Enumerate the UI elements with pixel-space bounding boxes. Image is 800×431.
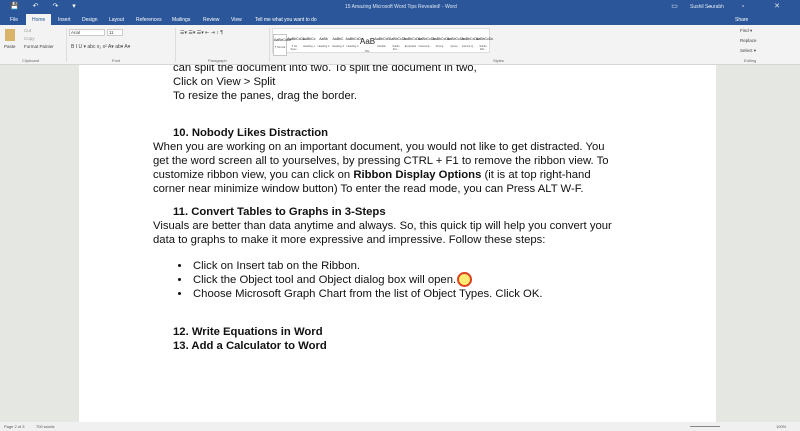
paragraph-buttons[interactable]: ☰▾ ☰▾ ☰▾ ⇤ ⇥ ↕ ¶ bbox=[180, 30, 223, 36]
tell-me-box[interactable]: Tell me what you want to do bbox=[255, 17, 317, 23]
doc-line: can split the document into two. To spli… bbox=[173, 65, 477, 74]
editing-label: Editing bbox=[744, 58, 757, 63]
paste-icon bbox=[5, 29, 15, 41]
paragraph-11: Visuals are better than data anytime and… bbox=[153, 220, 612, 246]
heading-10: 10. Nobody Likes Distraction bbox=[173, 127, 329, 139]
style-1[interactable]: AaBbCcDc ¶ No Spac... bbox=[288, 34, 305, 56]
tab-mailings[interactable]: Mailings bbox=[172, 17, 190, 23]
style-3[interactable]: AaBb Heading 2 bbox=[317, 34, 331, 56]
font-size-select[interactable]: 11 bbox=[107, 29, 123, 36]
doc-line: To resize the panes, drag the border. bbox=[173, 90, 358, 102]
styles-label: Styles bbox=[493, 58, 504, 63]
style-11[interactable]: AaBbCcDc Strong bbox=[433, 34, 450, 56]
font-label: Font bbox=[112, 58, 121, 63]
style-10[interactable]: AaBbCcDc Intense E... bbox=[418, 34, 435, 56]
style-9[interactable]: AaBbCcDc Emphasis bbox=[404, 34, 421, 56]
doc-line: Click on View > Split bbox=[173, 76, 276, 88]
page-count[interactable]: Page 2 of 3 bbox=[4, 424, 24, 429]
clipboard-label: Clipboard bbox=[22, 58, 40, 63]
heading-13: 13. Add a Calculator to Word bbox=[173, 340, 327, 352]
style-2[interactable]: AaBbCc Heading 1 bbox=[302, 34, 316, 56]
styles-gallery: AaBbCcDc ¶ Normal AaBbCcDc ¶ No Spac... AaBb… bbox=[272, 28, 493, 56]
style-5[interactable]: AaBbCcDc Heading 4 bbox=[346, 34, 363, 56]
paragraph-10: When you are working on an important doc… bbox=[153, 141, 609, 195]
tab-design[interactable]: Design bbox=[82, 17, 98, 23]
mouse-cursor-highlight bbox=[457, 272, 472, 287]
style-0[interactable]: AaBbCcDc ¶ Normal bbox=[273, 34, 291, 56]
tab-review[interactable]: Review bbox=[203, 17, 219, 23]
share-button[interactable]: Share bbox=[735, 17, 748, 23]
quick-access-toolbar[interactable]: 💾 ↶ ↷ ▾ bbox=[10, 2, 82, 10]
style-14[interactable]: AaBbCcDc Subtle Ref... bbox=[476, 34, 493, 56]
paragraph-label: Paragraph bbox=[208, 58, 227, 63]
find-button[interactable]: Find ▾ bbox=[740, 28, 752, 34]
style-12[interactable]: AaBbCcDc Quote bbox=[447, 34, 464, 56]
style-4[interactable]: AaBbC Heading 3 bbox=[331, 34, 345, 56]
tab-view[interactable]: View bbox=[231, 17, 242, 23]
copy-button[interactable]: Copy bbox=[24, 36, 35, 41]
tab-references[interactable]: References bbox=[136, 17, 162, 23]
tab-layout[interactable]: Layout bbox=[109, 17, 124, 23]
heading-12: 12. Write Equations in Word bbox=[173, 326, 323, 338]
status-bar: Page 2 of 3 700 words 100% bbox=[0, 422, 800, 431]
style-13[interactable]: AaBbCcDc Intense Q... bbox=[462, 34, 479, 56]
tab-file[interactable]: File bbox=[10, 17, 18, 23]
ribbon: Paste Cut Copy Format Painter Clipboard … bbox=[0, 25, 800, 65]
tab-insert[interactable]: Insert bbox=[58, 17, 71, 23]
select-button[interactable]: Select ▾ bbox=[740, 48, 756, 54]
heading-11: 11. Convert Tables to Graphs in 3-Steps bbox=[173, 206, 386, 218]
window-title: 15 Amazing Microsoft Word Tips Revealed!… bbox=[345, 4, 457, 10]
zoom-level[interactable]: 100% bbox=[776, 424, 786, 429]
font-format-buttons[interactable]: B I U ▾ abc x₂ x² A▾ ab▾ A▾ bbox=[71, 44, 130, 50]
cut-button[interactable]: Cut bbox=[24, 28, 31, 33]
list-item: Click the Object tool and Object dialog … bbox=[191, 273, 711, 287]
style-8[interactable]: AaBbCcDc Subtle Em... bbox=[389, 34, 406, 56]
list-item: Choose Microsoft Graph Chart from the li… bbox=[191, 287, 711, 301]
tab-home[interactable]: Home bbox=[26, 14, 52, 25]
font-name-select[interactable]: Arial bbox=[69, 29, 105, 36]
replace-button[interactable]: Replace bbox=[740, 38, 757, 43]
vertical-scrollbar[interactable] bbox=[794, 65, 800, 422]
zoom-slider[interactable] bbox=[690, 426, 720, 427]
format-painter-button[interactable]: Format Painter bbox=[24, 44, 54, 49]
window-controls[interactable]: ▭ – ▫ ✕ bbox=[671, 2, 794, 10]
steps-list: Click on Insert tab on the Ribbon. Click… bbox=[191, 259, 711, 301]
style-6[interactable]: AaB Title bbox=[360, 34, 375, 56]
title-bar: 💾 ↶ ↷ ▾ 15 Amazing Microsoft Word Tips R… bbox=[0, 0, 800, 13]
list-item: Click on Insert tab on the Ribbon. bbox=[191, 259, 711, 273]
document-page[interactable]: can split the document into two. To spli… bbox=[79, 65, 716, 422]
paste-button[interactable]: Paste bbox=[4, 44, 16, 49]
ribbon-tabs: File Home Insert Design Layout Reference… bbox=[0, 13, 800, 25]
word-count[interactable]: 700 words bbox=[36, 424, 54, 429]
style-7[interactable]: AaBbCcE Subtitle bbox=[375, 34, 390, 56]
